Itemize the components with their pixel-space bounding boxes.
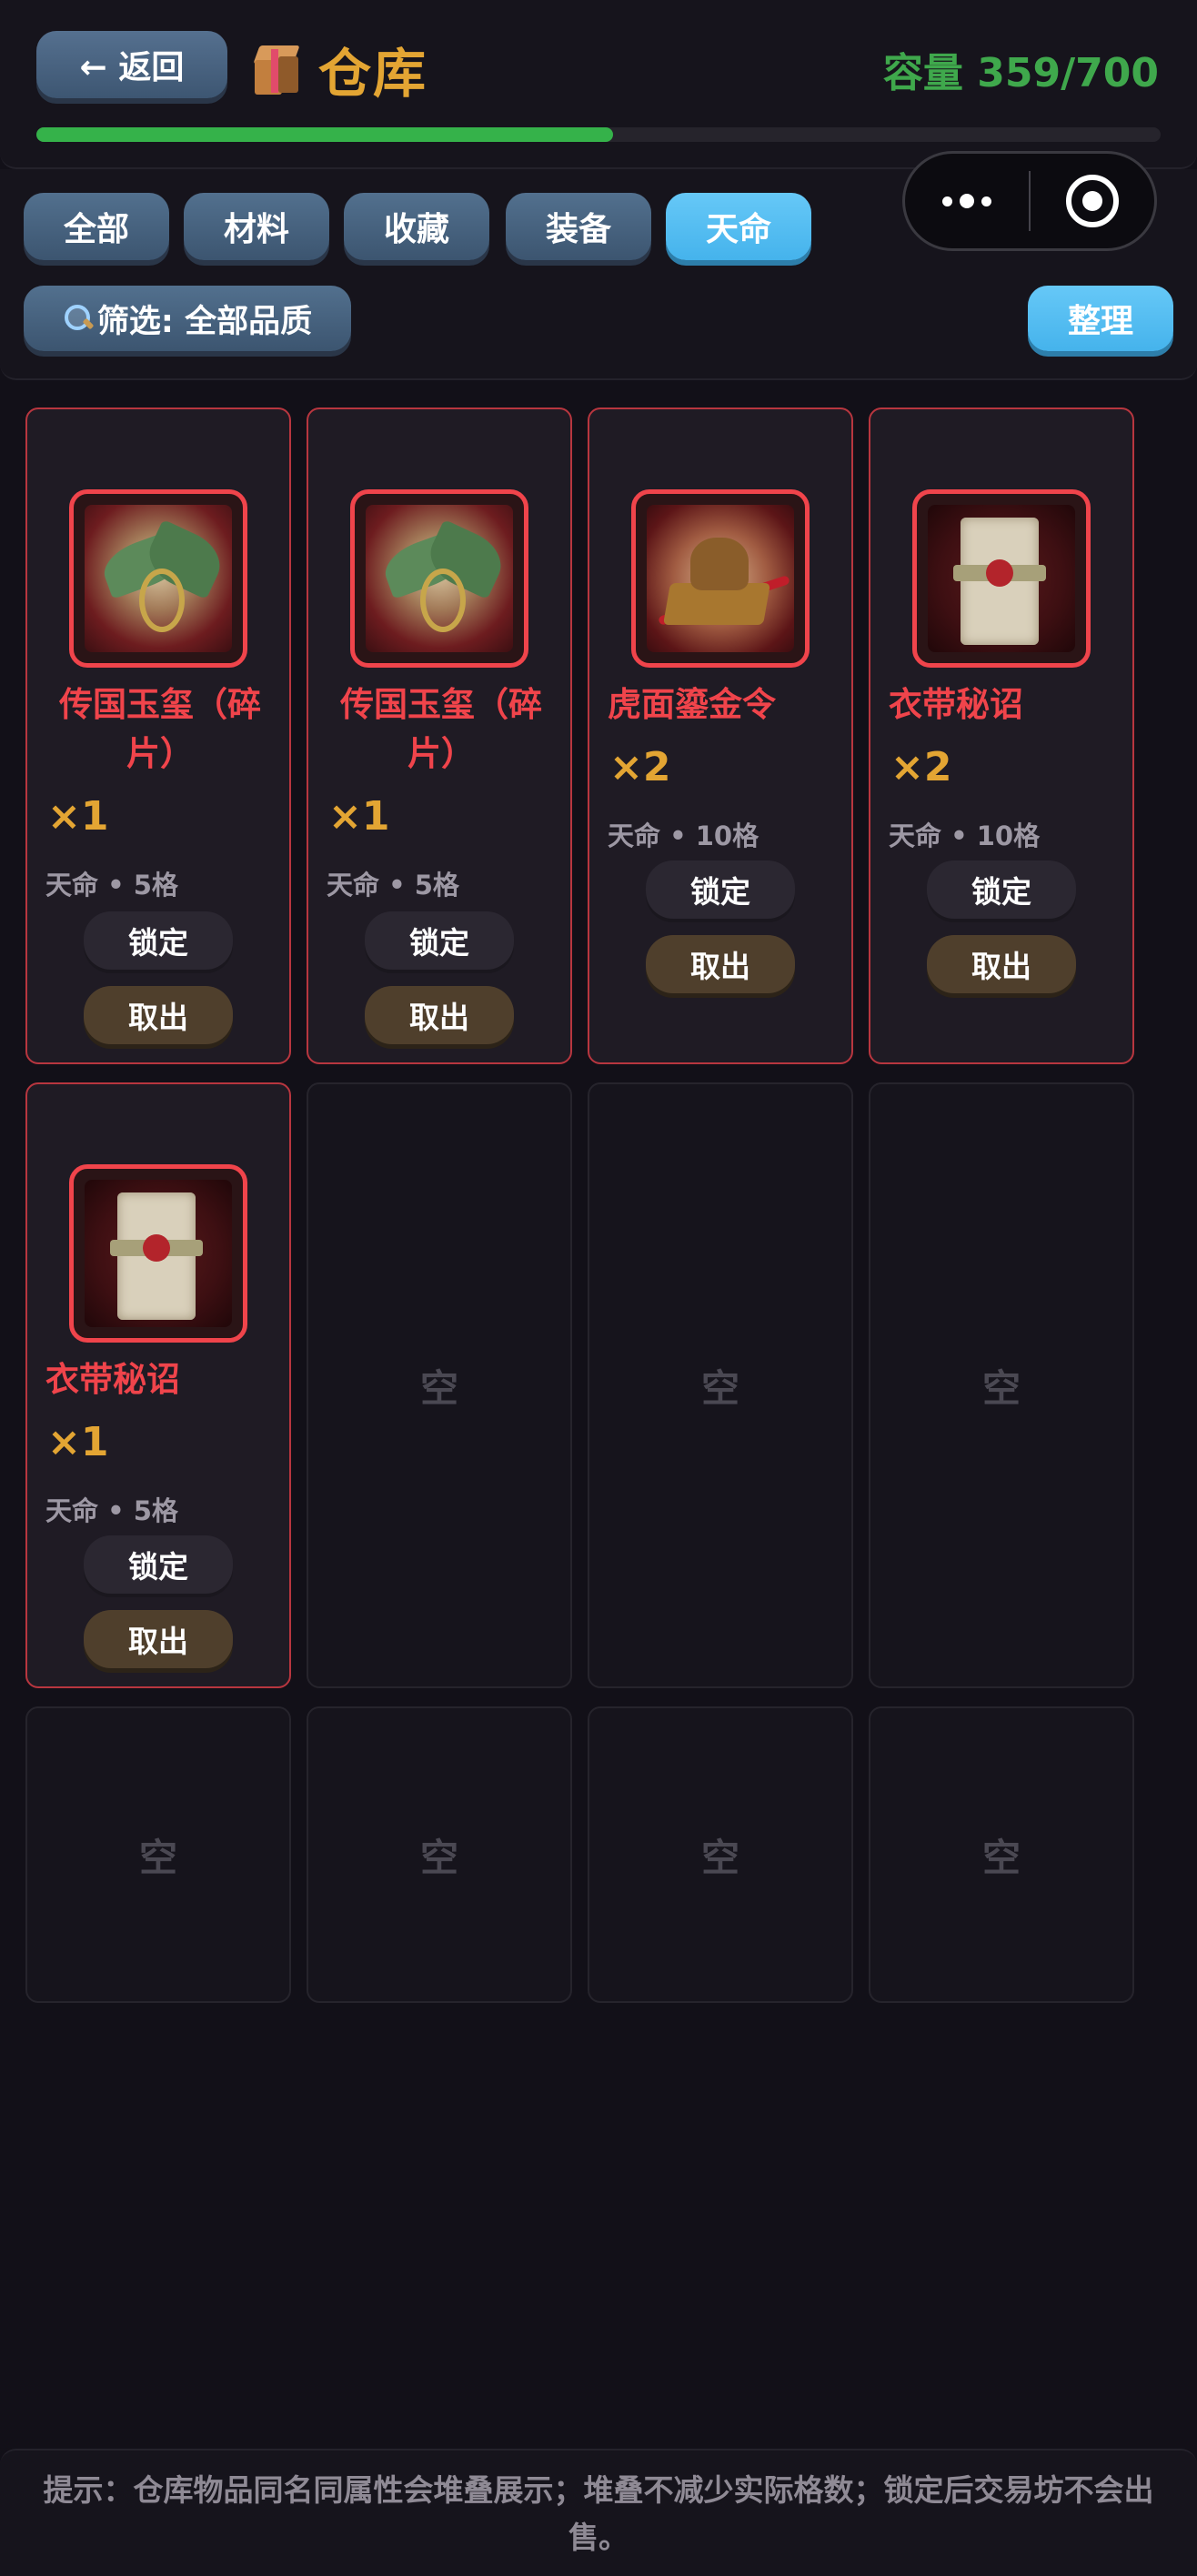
item-image-frame <box>631 489 810 668</box>
quality-filter-button[interactable]: 筛选: 全部品质 <box>24 286 351 351</box>
take-out-button[interactable]: 取出 <box>365 986 514 1044</box>
miniprogram-capsule <box>902 151 1157 251</box>
item-image-frame <box>69 489 247 668</box>
capacity-progress-bar <box>36 127 1161 142</box>
close-miniprogram-button[interactable] <box>1031 154 1154 248</box>
filter-label: 筛选: 全部品质 <box>96 303 313 340</box>
back-button[interactable]: ← 返回 <box>36 31 227 98</box>
empty-slot-label: 空 <box>419 1365 458 1411</box>
tab-materials[interactable]: 材料 <box>184 193 329 260</box>
lock-button[interactable]: 锁定 <box>84 1535 233 1594</box>
magnifier-icon <box>63 303 94 334</box>
item-slot[interactable]: 传国玉玺（碎片） ×1 天命 • 5格 锁定 取出 <box>307 408 572 1064</box>
capacity-value: 359/700 <box>977 50 1159 96</box>
package-icon <box>251 42 302 96</box>
capacity-label: 容量 <box>882 50 963 96</box>
lock-button[interactable]: 锁定 <box>927 860 1076 919</box>
more-dots-icon <box>942 194 991 208</box>
lock-button[interactable]: 锁定 <box>365 911 514 970</box>
item-meta: 天命 • 5格 <box>45 870 178 901</box>
page-title: 仓库 <box>318 43 428 105</box>
tab-destiny[interactable]: 天命 <box>666 193 811 260</box>
item-quantity: ×2 <box>609 744 671 790</box>
empty-slot: 空 <box>869 1082 1134 1688</box>
capacity-progress-fill <box>36 127 613 142</box>
footer-hint-bar: 提示：仓库物品同名同属性会堆叠展示；堆叠不减少实际格数；锁定后交易坊不会出售。 <box>0 2449 1197 2576</box>
header-bar: ← 返回 仓库 容量 359/700 <box>0 0 1197 169</box>
jade-seal-icon <box>366 505 513 652</box>
item-image-frame <box>69 1164 247 1343</box>
empty-slot-label: 空 <box>138 1835 177 1880</box>
target-icon <box>1066 175 1119 227</box>
sort-button[interactable]: 整理 <box>1028 286 1173 351</box>
empty-slot-label: 空 <box>700 1365 739 1411</box>
tab-equipment[interactable]: 装备 <box>506 193 651 260</box>
jade-seal-icon <box>85 505 232 652</box>
lock-button[interactable]: 锁定 <box>84 911 233 970</box>
empty-slot-label: 空 <box>700 1835 739 1880</box>
item-quantity: ×1 <box>47 793 109 840</box>
empty-slot-label: 空 <box>419 1835 458 1880</box>
empty-slot-label: 空 <box>981 1835 1021 1880</box>
empty-slot-label: 空 <box>981 1365 1021 1411</box>
take-out-button[interactable]: 取出 <box>927 935 1076 993</box>
item-name: 传国玉玺（碎片） <box>340 685 542 773</box>
tiger-token-icon <box>647 505 794 652</box>
empty-slot: 空 <box>588 1082 853 1688</box>
tab-collection[interactable]: 收藏 <box>344 193 489 260</box>
item-name: 传国玉玺（碎片） <box>59 685 261 773</box>
item-quantity: ×2 <box>890 744 952 790</box>
item-slot[interactable]: 衣带秘诏 ×2 天命 • 10格 锁定 取出 <box>869 408 1134 1064</box>
item-meta: 天命 • 5格 <box>327 870 459 901</box>
empty-slot: 空 <box>869 1706 1134 2003</box>
take-out-button[interactable]: 取出 <box>646 935 795 993</box>
empty-slot: 空 <box>307 1706 572 2003</box>
item-slot[interactable]: 虎面鎏金令 ×2 天命 • 10格 锁定 取出 <box>588 408 853 1064</box>
lock-button[interactable]: 锁定 <box>646 860 795 919</box>
secret-scroll-icon <box>928 505 1075 652</box>
secret-scroll-icon <box>85 1180 232 1327</box>
empty-slot: 空 <box>25 1706 291 2003</box>
empty-slot: 空 <box>307 1082 572 1688</box>
item-slot[interactable]: 衣带秘诏 ×1 天命 • 5格 锁定 取出 <box>25 1082 291 1688</box>
title-group: 仓库 <box>251 33 428 106</box>
take-out-button[interactable]: 取出 <box>84 1610 233 1668</box>
empty-slot: 空 <box>588 1706 853 2003</box>
footer-hint-text: 提示：仓库物品同名同属性会堆叠展示；堆叠不减少实际格数；锁定后交易坊不会出售。 <box>43 2472 1154 2555</box>
capacity-readout: 容量 359/700 <box>883 40 1159 98</box>
item-meta: 天命 • 10格 <box>889 820 1041 851</box>
item-meta: 天命 • 10格 <box>608 820 759 851</box>
item-meta: 天命 • 5格 <box>45 1495 178 1526</box>
item-image-frame <box>350 489 528 668</box>
item-image-frame <box>912 489 1091 668</box>
item-slot[interactable]: 传国玉玺（碎片） ×1 天命 • 5格 锁定 取出 <box>25 408 291 1064</box>
more-button[interactable] <box>905 154 1029 248</box>
tab-all[interactable]: 全部 <box>24 193 169 260</box>
take-out-button[interactable]: 取出 <box>84 986 233 1044</box>
item-name: 虎面鎏金令 <box>608 685 776 724</box>
item-name: 衣带秘诏 <box>889 685 1023 724</box>
item-quantity: ×1 <box>47 1419 109 1465</box>
item-name: 衣带秘诏 <box>45 1360 180 1399</box>
item-quantity: ×1 <box>328 793 390 840</box>
